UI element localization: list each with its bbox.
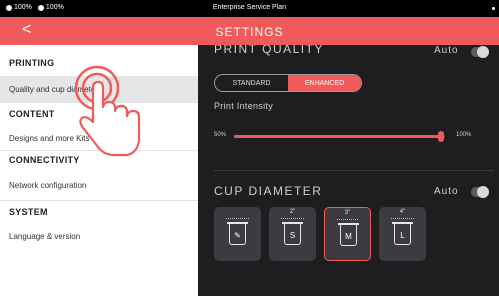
slider-thumb[interactable] bbox=[437, 131, 444, 142]
cup-option-medium[interactable]: 3" M bbox=[324, 207, 371, 261]
sidebar-item-label: Language & version bbox=[9, 232, 81, 241]
cup-dots bbox=[226, 218, 249, 219]
pencil-icon: ✎ bbox=[234, 231, 241, 240]
cup-size-label: 3" bbox=[344, 210, 351, 216]
slider-max-label: 100% bbox=[456, 132, 472, 138]
sidebar-item-label: Quality and cup diameter bbox=[9, 85, 98, 94]
segment-enhanced[interactable]: ENHANCED bbox=[288, 75, 361, 91]
section-title-system: SYSTEM bbox=[9, 207, 48, 217]
header-bar: < SETTINGS bbox=[0, 17, 499, 45]
cup-letter: S bbox=[289, 231, 296, 240]
print-quality-auto-label: Auto bbox=[434, 45, 459, 56]
cup-letter: L bbox=[400, 231, 405, 240]
status-dot-icon bbox=[492, 7, 495, 10]
intensity-slider[interactable] bbox=[234, 131, 445, 142]
settings-panel: PRINT QUALITY Auto STANDARD ENHANCED Pri… bbox=[198, 45, 499, 296]
section-title-content: CONTENT bbox=[9, 109, 55, 119]
print-intensity-label: Print Intensity bbox=[214, 101, 274, 111]
cup-diameter-label: CUP DIAMETER bbox=[214, 184, 323, 198]
cup-size-label: 2" bbox=[289, 209, 296, 215]
status-title: Enterprise Service Plan bbox=[212, 4, 287, 11]
cup-letter: M bbox=[345, 232, 352, 241]
sidebar-item-label: Network configuration bbox=[9, 181, 87, 190]
sidebar-item-designs[interactable]: Designs and more Kits bbox=[0, 125, 198, 151]
divider bbox=[0, 200, 198, 201]
cup-option-custom[interactable]: ✎ bbox=[214, 207, 261, 261]
slider-min-label: 50% bbox=[214, 132, 227, 138]
cup-dots bbox=[281, 218, 304, 219]
sidebar-item-network[interactable]: Network configuration bbox=[0, 172, 198, 198]
section-title-printing: PRINTING bbox=[9, 58, 55, 68]
divider bbox=[0, 102, 198, 103]
cup-diameter-auto-toggle[interactable] bbox=[471, 186, 489, 198]
status-bar: 100% 100% Enterprise Service Plan bbox=[0, 0, 499, 17]
sidebar-item-language[interactable]: Language & version bbox=[0, 223, 198, 249]
slider-fill bbox=[234, 135, 441, 138]
cup-diameter-auto-label: Auto bbox=[434, 186, 459, 197]
cup-options: ✎ 2" S 3" M 4" L bbox=[214, 207, 426, 261]
print-quality-label: PRINT QUALITY bbox=[214, 45, 324, 56]
section-title-connectivity: CONNECTIVITY bbox=[9, 155, 80, 165]
cup-dots bbox=[337, 219, 358, 220]
cup-dots bbox=[391, 218, 414, 219]
cup-size-label: 4" bbox=[399, 209, 406, 215]
cup-option-large[interactable]: 4" L bbox=[379, 207, 426, 261]
divider bbox=[0, 150, 198, 151]
sidebar-item-quality[interactable]: Quality and cup diameter bbox=[0, 76, 198, 102]
segment-standard[interactable]: STANDARD bbox=[215, 75, 288, 91]
print-quality-auto-toggle[interactable] bbox=[471, 46, 489, 58]
cup-option-small[interactable]: 2" S bbox=[269, 207, 316, 261]
sidebar: PRINTING Quality and cup diameter CONTEN… bbox=[0, 45, 198, 296]
sidebar-item-label: Designs and more Kits bbox=[9, 134, 90, 143]
page-title: SETTINGS bbox=[215, 25, 284, 39]
divider bbox=[214, 170, 494, 171]
print-quality-segmented-control: STANDARD ENHANCED bbox=[214, 74, 362, 92]
